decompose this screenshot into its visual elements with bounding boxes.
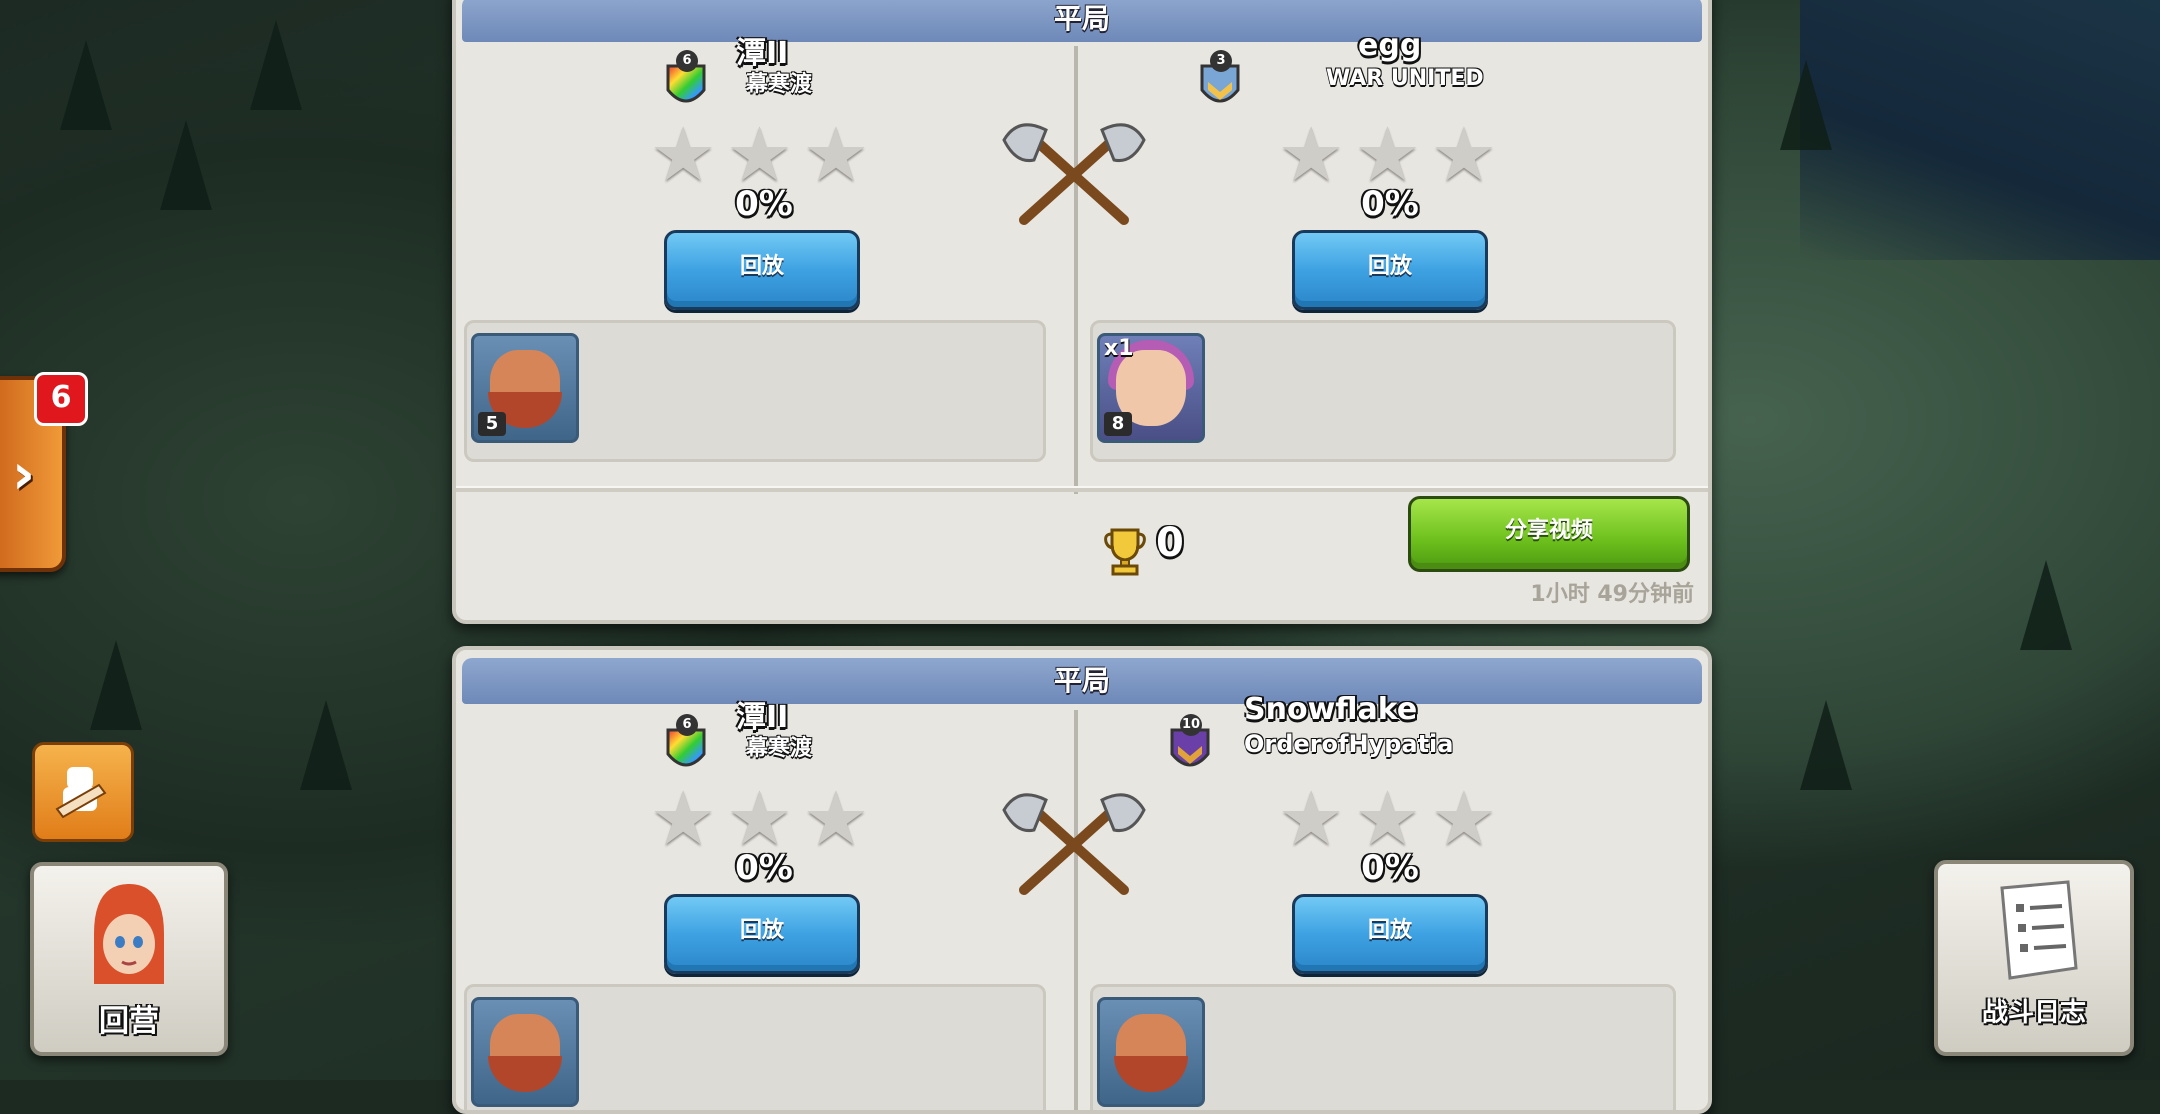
- replay-button[interactable]: 回放: [664, 894, 860, 974]
- return-home-label: 回营: [99, 1004, 159, 1039]
- attacker-clan-name: 幕寒渡: [746, 736, 813, 761]
- star-icon: ★: [1278, 112, 1345, 198]
- battle-result-header: 平局: [462, 0, 1702, 42]
- battle-log-entry: 平局 6 潭II 幕寒渡 ★ ★ ★ 0% 回放 10 Snowflake Or…: [452, 646, 1712, 1114]
- share-video-button[interactable]: 分享视频: [1408, 496, 1690, 572]
- crossed-axes-icon: [1002, 793, 1146, 895]
- clan-level-badge: 3: [1210, 50, 1232, 72]
- clan-level-badge: 6: [676, 50, 698, 72]
- star-icon: ★: [1430, 112, 1498, 198]
- star-icon: ★: [726, 776, 793, 862]
- trophy-icon: [1104, 528, 1146, 576]
- battle-time-ago: 1小时 49分钟前: [1530, 582, 1694, 607]
- attack-stars: ★ ★ ★: [650, 782, 869, 856]
- defense-stars: ★ ★ ★: [1278, 118, 1497, 192]
- star-icon: ★: [726, 112, 793, 198]
- troop-archer-icon: x1 8: [1097, 333, 1205, 443]
- troop-builder-icon: 5: [471, 333, 579, 443]
- battle-log-button[interactable]: 战斗日志: [1934, 860, 2134, 1056]
- troops-used-panel: [464, 984, 1046, 1110]
- tree: [300, 700, 352, 790]
- tree: [1800, 700, 1852, 790]
- tree: [90, 640, 142, 730]
- tree: [1780, 60, 1832, 150]
- star-icon: ★: [650, 776, 717, 862]
- troop-portrait-beard: [488, 1056, 562, 1092]
- replay-button[interactable]: 回放: [1292, 894, 1488, 974]
- defense-stars: ★ ★ ★: [1278, 782, 1497, 856]
- horizontal-divider: [456, 486, 1708, 492]
- troop-multiplier: x1: [1104, 336, 1134, 361]
- notification-badge: 6: [34, 372, 88, 426]
- tree: [60, 40, 112, 130]
- replay-button[interactable]: 回放: [1292, 230, 1488, 310]
- troop-level: 8: [1104, 412, 1132, 436]
- builder-button[interactable]: [32, 742, 134, 842]
- star-icon: ★: [650, 112, 717, 198]
- star-icon: ★: [1354, 112, 1421, 198]
- destruction-percent: 0%: [1361, 184, 1419, 224]
- troops-used-panel: [1090, 984, 1676, 1110]
- clan-level-badge: 6: [676, 714, 698, 736]
- battle-log-label: 战斗日志: [1981, 998, 2086, 1028]
- troops-used-panel: 5: [464, 320, 1046, 462]
- star-icon: ★: [802, 112, 870, 198]
- star-icon: ★: [1430, 776, 1498, 862]
- clan-level-badge: 10: [1180, 714, 1202, 736]
- troop-level: 5: [478, 412, 506, 436]
- archer-queen-avatar: [94, 884, 164, 984]
- attacker-clan-name: 幕寒渡: [746, 72, 813, 97]
- destruction-percent: 0%: [735, 184, 793, 224]
- attack-stars: ★ ★ ★: [650, 118, 869, 192]
- defender-name: egg: [1358, 28, 1422, 63]
- defender-clan-name: WAR UNITED: [1326, 66, 1484, 91]
- battle-log-entry: 平局 6 潭II 幕寒渡 ★ ★ ★ 0% 回放 5 3 egg WAR UNI…: [452, 0, 1712, 624]
- troop-builder-icon: [471, 997, 579, 1107]
- replay-button[interactable]: 回放: [664, 230, 860, 310]
- crossed-axes-icon: [1002, 123, 1146, 225]
- builder-icon: [55, 767, 107, 819]
- battle-result-header: 平局: [462, 658, 1702, 704]
- battle-log-icon: [2000, 880, 2078, 980]
- tree: [250, 20, 302, 110]
- vertical-divider: [1074, 710, 1078, 1110]
- defender-name: Snowflake: [1244, 692, 1418, 727]
- star-icon: ★: [802, 776, 870, 862]
- troop-portrait-beard: [1114, 1056, 1188, 1092]
- destruction-percent: 0%: [1361, 848, 1419, 888]
- star-icon: ★: [1354, 776, 1421, 862]
- defender-clan-name: OrderofHypatia: [1244, 730, 1454, 758]
- troop-builder-icon: [1097, 997, 1205, 1107]
- troops-used-panel: x1 8: [1090, 320, 1676, 462]
- tree: [2020, 560, 2072, 650]
- return-home-button[interactable]: 回营: [30, 862, 228, 1056]
- chevron-right-icon: ›: [12, 442, 36, 507]
- water-area: [1800, 0, 2160, 260]
- trophy-count: 0: [1156, 520, 1184, 566]
- destruction-percent: 0%: [735, 848, 793, 888]
- tree: [160, 120, 212, 210]
- vertical-divider: [1074, 46, 1078, 494]
- star-icon: ★: [1278, 776, 1345, 862]
